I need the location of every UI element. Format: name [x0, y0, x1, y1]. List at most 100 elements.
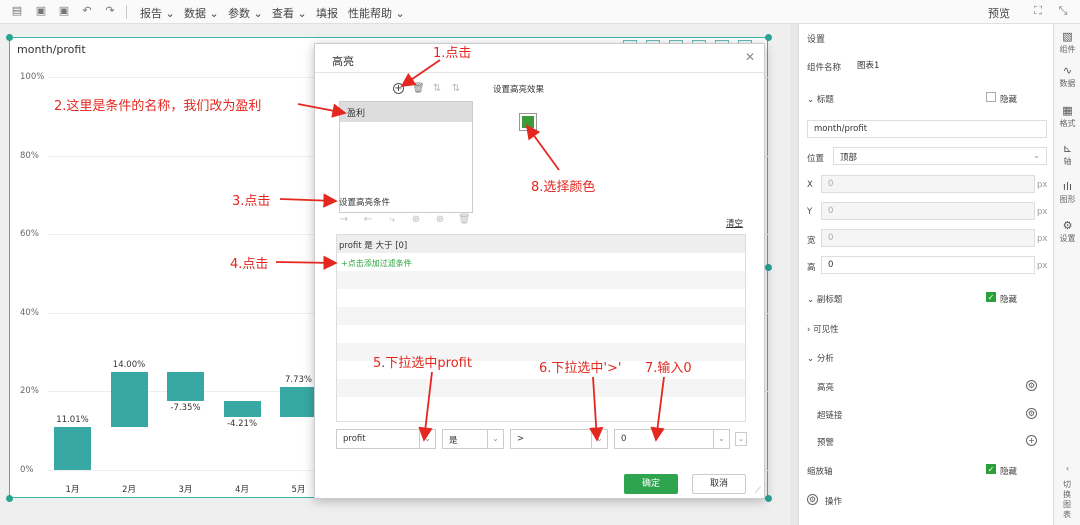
and-icon[interactable]: ⊕: [410, 214, 422, 226]
operation-gear-icon[interactable]: ⚙: [807, 494, 818, 505]
condition-label: 设置高亮条件: [339, 198, 391, 208]
switch-chart-button[interactable]: 切换图表: [1062, 480, 1072, 520]
value-input[interactable]: 0 ⌄: [614, 429, 730, 449]
condition-box: profit 是 大于 [0] +点击添加过滤条件: [336, 234, 746, 422]
x-input[interactable]: 0: [821, 175, 1035, 193]
analysis-toggle[interactable]: ⌄ 分析: [807, 352, 834, 364]
zoom-axis-hide-checkbox[interactable]: ✓: [986, 464, 996, 474]
chart-bar[interactable]: [223, 400, 261, 418]
annotation-step-8: 8.选择颜色: [531, 180, 596, 195]
warning-add-icon[interactable]: +: [1026, 435, 1037, 446]
clear-link[interactable]: 清空: [726, 217, 743, 229]
collapse-icon[interactable]: ⤡: [1056, 4, 1070, 18]
sidebar-item-axis[interactable]: ⊾ 轴: [1054, 142, 1080, 167]
resize-grip-icon[interactable]: ⟋: [755, 486, 761, 496]
height-unit: px: [1037, 261, 1048, 271]
sidebar-item-component[interactable]: ▧ 组件: [1054, 30, 1080, 55]
component-icon: ▧: [1062, 30, 1073, 43]
gear-icon: ⚙: [1062, 219, 1073, 232]
title-hide-label: 隐藏: [1000, 95, 1018, 105]
annotation-step-4: 4.点击: [230, 257, 269, 272]
annotation-step-2: 2.这里是条件的名称，我们改为盈利: [54, 99, 262, 114]
resize-handle[interactable]: [765, 264, 772, 271]
add-condition-icon[interactable]: +: [393, 83, 404, 94]
ok-button[interactable]: 确定: [624, 474, 678, 494]
component-name-field[interactable]: 图表1: [851, 56, 1047, 74]
position-select[interactable]: 顶部 ⌄: [833, 147, 1047, 165]
chevron-left-icon[interactable]: ‹: [1054, 464, 1080, 473]
highlight-settings-icon[interactable]: ⚙: [1026, 380, 1037, 391]
resize-handle[interactable]: [6, 34, 13, 41]
title-input[interactable]: month/profit: [807, 120, 1047, 138]
x-unit: px: [1037, 180, 1048, 190]
menu-params[interactable]: 参数 ⌄: [228, 5, 263, 21]
bar-value-label: 11.01%: [56, 414, 89, 425]
more-options-icon[interactable]: ⌄: [735, 432, 747, 446]
or-icon[interactable]: ⊕: [434, 214, 446, 226]
preview-button[interactable]: 预览: [988, 5, 1010, 21]
sidebar-item-graphic[interactable]: ılı 图形: [1054, 180, 1080, 205]
resize-handle[interactable]: [6, 495, 13, 502]
trash-icon[interactable]: 🗑: [458, 214, 471, 226]
color-picker[interactable]: [519, 113, 537, 131]
menu-view[interactable]: 查看 ⌄: [272, 5, 307, 21]
operator-select[interactable]: > ⌄: [510, 429, 608, 449]
fullscreen-icon[interactable]: ⛶: [1031, 4, 1045, 18]
sidebar-item-data[interactable]: ∿ 数据: [1054, 64, 1080, 89]
arrow-left-icon[interactable]: ←: [362, 214, 374, 226]
delete-icon[interactable]: 🗑: [412, 83, 425, 95]
move-down-icon[interactable]: ⇅: [450, 83, 462, 95]
menu-data[interactable]: 数据 ⌄: [184, 5, 219, 21]
zoom-axis-label: 缩放轴: [807, 467, 833, 477]
redo-icon[interactable]: ↷: [103, 4, 117, 18]
operation-label[interactable]: 操作: [825, 495, 842, 507]
sidebar-item-settings[interactable]: ⚙ 设置: [1054, 219, 1080, 244]
right-sidebar: ▧ 组件 ∿ 数据 ▦ 格式 ⊾ 轴 ılı 图形 ⚙ 设置 ‹ 切换图表: [1053, 24, 1080, 525]
visibility-toggle[interactable]: › 可见性: [807, 323, 839, 335]
save-as-icon[interactable]: ▣: [57, 4, 71, 18]
close-icon[interactable]: ✕: [745, 50, 755, 64]
cancel-button[interactable]: 取消: [692, 474, 746, 494]
chart-bar[interactable]: [110, 371, 148, 427]
top-toolbar: ▤ ▣ ▣ ↶ ↷ 报告 ⌄ 数据 ⌄ 参数 ⌄ 查看 ⌄ 填报 性能帮助 ⌄ …: [0, 0, 1080, 24]
chart-bar[interactable]: [167, 371, 204, 401]
y-tick-label: 20%: [20, 386, 39, 397]
save-icon[interactable]: ▣: [34, 4, 48, 18]
width-input[interactable]: 0: [821, 229, 1035, 247]
subtitle-toggle[interactable]: ⌄ 副标题: [807, 293, 842, 305]
arrow-right-icon[interactable]: →: [338, 214, 350, 226]
format-icon: ▦: [1062, 104, 1073, 117]
chart-title: month/profit: [17, 43, 86, 56]
y-input[interactable]: 0: [821, 202, 1035, 220]
bar-value-label: -4.21%: [226, 419, 258, 430]
x-tick-label: 5月: [291, 485, 306, 495]
color-swatch: [522, 116, 534, 128]
menu-perf-help[interactable]: 性能帮助 ⌄: [348, 5, 405, 21]
resize-handle[interactable]: [765, 34, 772, 41]
height-input[interactable]: 0: [821, 256, 1035, 274]
list-item[interactable]: 盈利: [340, 102, 472, 122]
menu-fill[interactable]: 填报: [316, 5, 338, 21]
chart-bar[interactable]: [280, 386, 317, 418]
x-tick-label: 2月: [122, 485, 136, 495]
is-select[interactable]: 是 ⌄: [442, 429, 504, 449]
field-select[interactable]: profit ⌄: [336, 429, 436, 449]
title-hide-checkbox[interactable]: [986, 92, 996, 102]
subtitle-hide-checkbox[interactable]: ✓: [986, 292, 996, 302]
bar-value-label: 14.00%: [112, 359, 146, 370]
branch-icon[interactable]: ⤷: [386, 214, 398, 226]
undo-icon[interactable]: ↶: [80, 4, 94, 18]
y-tick-label: 60%: [20, 229, 39, 240]
annotation-step-3: 3.点击: [232, 194, 271, 209]
move-up-icon[interactable]: ⇅: [431, 83, 443, 95]
add-filter-link[interactable]: +点击添加过滤条件: [341, 258, 412, 269]
sidebar-item-format[interactable]: ▦ 格式: [1054, 104, 1080, 129]
hyperlink-settings-icon[interactable]: ⚙: [1026, 408, 1037, 419]
chart-bar[interactable]: [54, 426, 91, 470]
menu-report[interactable]: 报告 ⌄: [140, 5, 175, 21]
zoom-axis-hide-label: 隐藏: [1000, 467, 1018, 477]
report-icon[interactable]: ▤: [10, 4, 24, 18]
title-section-toggle[interactable]: ⌄ 标题: [807, 93, 834, 105]
row-stripe: [337, 271, 745, 289]
resize-handle[interactable]: [765, 495, 772, 502]
